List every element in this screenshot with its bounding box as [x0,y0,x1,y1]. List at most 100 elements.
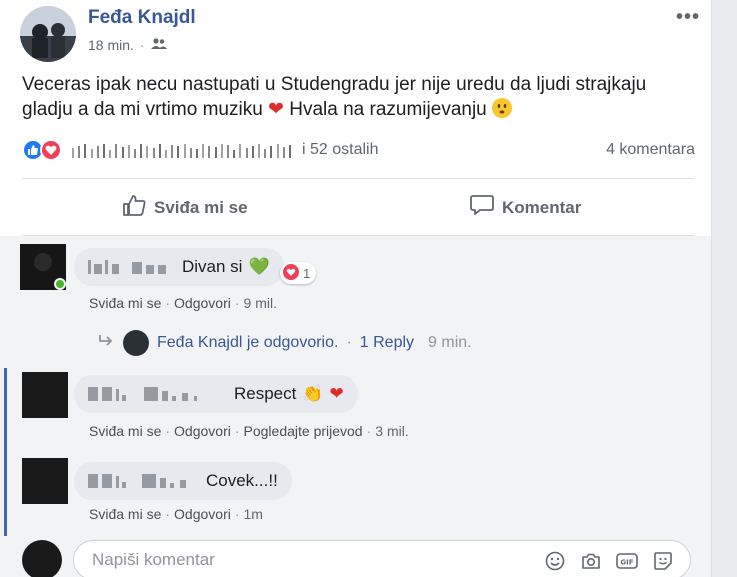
comment-reply-link[interactable]: Odgovori [174,506,231,522]
blur-stroke [78,146,81,158]
blur-stroke [84,144,87,158]
blur-stroke [220,144,223,158]
more-options-button[interactable]: ••• [676,6,700,29]
comment-input-placeholder: Napiši komentar [92,550,215,569]
reply-summary[interactable]: Feđa Knajdl je odgovorio. · 1 Reply 9 mi… [97,330,472,356]
comment-icon [470,194,494,221]
blur-stroke [96,146,99,158]
reply-summary-text[interactable]: Feđa Knajdl je odgovorio. [157,334,338,352]
avatar[interactable] [123,330,149,356]
separator: · [234,423,240,439]
avatar[interactable] [20,244,66,290]
comment-actions: Sviđa mi se · Odgovori · Pogledajte prij… [89,423,409,439]
blur-stroke [208,146,211,158]
comment-button[interactable]: Komentar [470,194,581,221]
blur-stroke [289,145,291,158]
comment-input[interactable]: Napiši komentar GIF [73,540,691,577]
post-card: Feđa Knajdl 18 min. · ••• Veceras ipak n… [0,0,711,577]
reactions-row[interactable]: i 52 ostalih [22,139,379,161]
blur-stroke [127,145,130,158]
reply-time: 9 min. [428,334,472,351]
blurred-names [72,142,298,158]
blurred-commenter-name[interactable] [88,387,228,401]
separator: · [165,295,171,311]
comment-like-link[interactable]: Sviđa mi se [89,295,161,311]
blur-stroke [270,146,273,158]
reaction-count: 1 [303,265,311,281]
reply-count-link[interactable]: 1 Reply [360,334,414,352]
author-avatar[interactable] [20,6,76,62]
comment-like-link[interactable]: Sviđa mi se [89,506,161,522]
blur-stroke [158,144,161,158]
blur-stroke [121,147,124,158]
comment-text: Covek...!! [206,471,278,490]
blur-stroke [264,149,267,158]
meta-separator: · [139,37,145,53]
comment-reaction-count[interactable]: 1 [280,262,317,284]
love-reaction-icon[interactable] [40,139,62,161]
blur-stroke [115,144,118,158]
svg-text:GIF: GIF [620,559,633,567]
blur-stroke [177,146,180,158]
comment-reply-link[interactable]: Odgovori [174,295,231,311]
blur-stroke [276,144,279,158]
page-background-strip [711,0,737,577]
love-reaction-icon [283,263,299,283]
others-count[interactable]: i 52 ostalih [302,141,379,159]
separator: · [234,506,240,522]
comment-reply-link[interactable]: Odgovori [174,423,231,439]
comment-like-link[interactable]: Sviđa mi se [89,423,161,439]
post-text: Veceras ipak necu nastupati u Studengrad… [22,72,682,122]
blur-stroke [90,149,93,158]
blur-stroke [171,145,174,158]
comment-bubble: Divan si 💚 [74,248,284,286]
blur-stroke [258,144,260,158]
gif-icon[interactable]: GIF [616,550,638,572]
reply-arrow-icon [97,334,115,353]
comment-time[interactable]: 9 mil. [244,295,277,311]
blur-stroke [251,146,254,158]
blur-stroke [282,147,285,158]
blur-stroke [72,148,74,158]
separator: · [165,506,171,522]
thread-indicator [4,368,7,536]
comment-time[interactable]: 3 mil. [375,423,408,439]
blur-stroke [152,148,155,158]
blur-stroke [196,149,198,158]
composer-icons: GIF [544,550,674,572]
heart-emoji-icon: ❤ [329,384,344,403]
camera-icon[interactable] [580,550,602,572]
like-button-label: Sviđa mi se [154,197,248,217]
comment-bubble: Respect 👏 ❤ [74,375,358,413]
author-name[interactable]: Feđa Knajdl [88,7,196,29]
avatar[interactable] [22,540,62,577]
blur-stroke [227,145,229,158]
blur-stroke [233,150,236,158]
comment-text: Divan si [182,257,243,276]
comment-button-label: Komentar [502,197,582,217]
separator: · [346,334,352,351]
post-time[interactable]: 18 min. [88,37,134,53]
blur-stroke [189,148,192,158]
blur-stroke [165,150,167,158]
friends-icon[interactable] [150,37,167,53]
heart-emoji-icon: ❤ [268,99,284,120]
comment-bubble: Covek...!! [74,462,292,500]
comment-time[interactable]: 1m [244,506,263,522]
post-meta: 18 min. · [88,37,167,53]
emoji-icon[interactable] [544,550,566,572]
comment-actions: Sviđa mi se · Odgovori · 1m [89,506,263,522]
blurred-commenter-name[interactable] [88,474,200,488]
separator: · [234,295,240,311]
avatar[interactable] [22,458,68,504]
blurred-commenter-name[interactable] [88,260,176,274]
blur-stroke [202,144,205,158]
like-button[interactable]: Sviđa mi se [122,194,248,221]
green-heart-emoji-icon: 💚 [248,257,270,276]
blur-stroke [109,150,112,158]
comments-count[interactable]: 4 komentara [606,141,695,159]
sticker-icon[interactable] [652,550,674,572]
avatar[interactable] [22,372,68,418]
blur-stroke [146,146,149,158]
translate-link[interactable]: Pogledajte prijevod [244,423,363,439]
